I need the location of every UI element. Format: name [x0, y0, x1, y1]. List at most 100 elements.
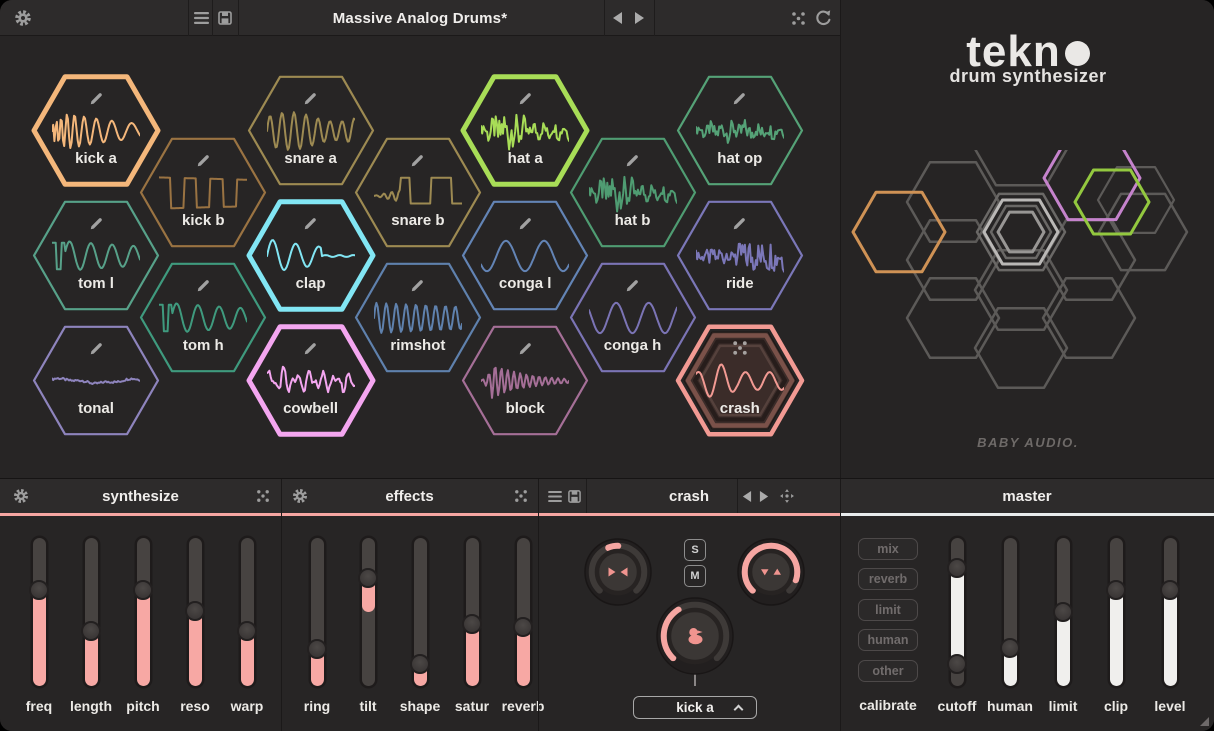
- pad-waveform: [52, 358, 140, 404]
- slider-reso[interactable]: reso: [184, 538, 206, 723]
- synthesize-dice-icon[interactable]: [256, 479, 270, 513]
- slider-thumb[interactable]: [307, 639, 327, 659]
- mute-button[interactable]: M: [684, 565, 706, 587]
- settings-gear-icon[interactable]: [12, 0, 34, 36]
- randomize-dice-icon[interactable]: [789, 0, 807, 36]
- knob-tune[interactable]: [735, 536, 807, 608]
- preset-menu-icon[interactable]: [192, 0, 210, 36]
- master-accent-bar: [840, 513, 1214, 516]
- prev-pad-icon[interactable]: [741, 479, 752, 513]
- pad-edit-pencil-icon[interactable]: [675, 215, 805, 232]
- pad-crash[interactable]: crash: [675, 324, 805, 437]
- prev-preset-icon[interactable]: [608, 0, 626, 36]
- slider-thumb[interactable]: [237, 621, 257, 641]
- bottom-section: synthesize freqlengthpitchresowarp effec…: [0, 478, 1214, 731]
- reset-icon[interactable]: [813, 0, 833, 36]
- slider-freq[interactable]: freq: [28, 538, 50, 723]
- pad-editor-header: crash: [538, 479, 840, 513]
- calibrate-button-mix[interactable]: mix: [858, 538, 918, 560]
- pad-edit-pencil-icon[interactable]: [246, 90, 376, 107]
- pad-edit-pencil-icon[interactable]: [31, 215, 161, 232]
- calibrate-button-reverb[interactable]: reverb: [858, 568, 918, 590]
- pad-editor-panel: crash S M kick a: [538, 479, 840, 731]
- effects-title: effects: [281, 479, 538, 513]
- slider-shape[interactable]: shape: [409, 538, 431, 723]
- pad-edit-pencil-icon[interactable]: [31, 90, 161, 107]
- slider-limit[interactable]: limit: [1052, 538, 1074, 723]
- route-dropdown[interactable]: kick a: [633, 696, 757, 719]
- save-icon[interactable]: [216, 0, 234, 36]
- pad-edit-pencil-icon[interactable]: [138, 277, 268, 294]
- next-preset-icon[interactable]: [631, 0, 649, 36]
- pad-dice-icon[interactable]: [675, 340, 805, 356]
- calibrate-button-limit[interactable]: limit: [858, 599, 918, 621]
- pad-waveform: [159, 295, 247, 341]
- divider: [737, 479, 738, 513]
- slider-thumb[interactable]: [947, 558, 967, 578]
- pad-edit-pencil-icon[interactable]: [246, 215, 376, 232]
- logo-panel: tekno drum synthesizer BABY AUDIO.: [840, 0, 1214, 478]
- preset-title[interactable]: Massive Analog Drums*: [240, 0, 600, 36]
- slider-reverb[interactable]: reverb: [512, 538, 534, 723]
- resize-grip[interactable]: [1200, 717, 1209, 726]
- slider-thumb[interactable]: [358, 568, 378, 588]
- pad-waveform: [481, 358, 569, 404]
- slider-thumb[interactable]: [410, 654, 430, 674]
- next-pad-icon[interactable]: [759, 479, 770, 513]
- slider-level[interactable]: level: [1159, 538, 1181, 723]
- pad-block[interactable]: block: [460, 324, 590, 437]
- divider: [604, 0, 605, 36]
- divider: [281, 479, 282, 731]
- pad-edit-pencil-icon[interactable]: [138, 152, 268, 169]
- slider-thumb[interactable]: [947, 654, 967, 674]
- calibrate-button-human[interactable]: human: [858, 629, 918, 651]
- pad-edit-pencil-icon[interactable]: [460, 340, 590, 357]
- pad-edit-pencil-icon[interactable]: [246, 340, 376, 357]
- pad-edit-pencil-icon[interactable]: [31, 340, 161, 357]
- pad-edit-pencil-icon[interactable]: [460, 215, 590, 232]
- slider-length[interactable]: length: [80, 538, 102, 723]
- slider-thumb[interactable]: [1053, 602, 1073, 622]
- pad-label: cowbell: [246, 400, 376, 417]
- slider-warp[interactable]: warp: [236, 538, 258, 723]
- slider-thumb[interactable]: [29, 580, 49, 600]
- slider-ring[interactable]: ring: [306, 538, 328, 723]
- knob-pan[interactable]: [582, 536, 654, 608]
- slider-clip[interactable]: clip: [1105, 538, 1127, 723]
- route-dropdown-value: kick a: [676, 700, 714, 715]
- pad-edit-pencil-icon[interactable]: [568, 277, 698, 294]
- slider-thumb[interactable]: [1000, 638, 1020, 658]
- slider-pitch[interactable]: pitch: [132, 538, 154, 723]
- pad-waveform: [52, 108, 140, 154]
- slider-thumb[interactable]: [81, 621, 101, 641]
- pad-tonal[interactable]: tonal: [31, 324, 161, 437]
- pad-edit-pencil-icon[interactable]: [353, 152, 483, 169]
- slider-human[interactable]: human: [999, 538, 1021, 723]
- calibrate-button-other[interactable]: other: [858, 660, 918, 682]
- slider-thumb[interactable]: [513, 617, 533, 637]
- slider-thumb[interactable]: [133, 580, 153, 600]
- slider-cutoff[interactable]: cutoff: [946, 538, 968, 723]
- slider-track: [241, 538, 254, 686]
- pad-edit-pencil-icon[interactable]: [675, 90, 805, 107]
- pad-cowbell[interactable]: cowbell: [246, 324, 376, 437]
- effects-header: effects: [281, 479, 538, 513]
- pad-waveform: [696, 358, 784, 404]
- solo-button[interactable]: S: [684, 539, 706, 561]
- divider: [538, 479, 539, 731]
- slider-thumb[interactable]: [1106, 580, 1126, 600]
- slider-tilt[interactable]: tilt: [357, 538, 379, 723]
- slider-thumb[interactable]: [185, 601, 205, 621]
- pad-edit-pencil-icon[interactable]: [353, 277, 483, 294]
- slider-satur[interactable]: satur: [461, 538, 483, 723]
- knob-duck[interactable]: [654, 595, 736, 677]
- pad-label: crash: [675, 400, 805, 417]
- effects-dice-icon[interactable]: [514, 479, 528, 513]
- slider-thumb[interactable]: [1160, 580, 1180, 600]
- pad-edit-pencil-icon[interactable]: [568, 152, 698, 169]
- pad-editor-accent-bar: [538, 513, 840, 516]
- locate-pad-icon[interactable]: [779, 479, 795, 513]
- pad-edit-pencil-icon[interactable]: [460, 90, 590, 107]
- slider-thumb[interactable]: [462, 614, 482, 634]
- synthesize-panel: synthesize freqlengthpitchresowarp: [0, 479, 281, 731]
